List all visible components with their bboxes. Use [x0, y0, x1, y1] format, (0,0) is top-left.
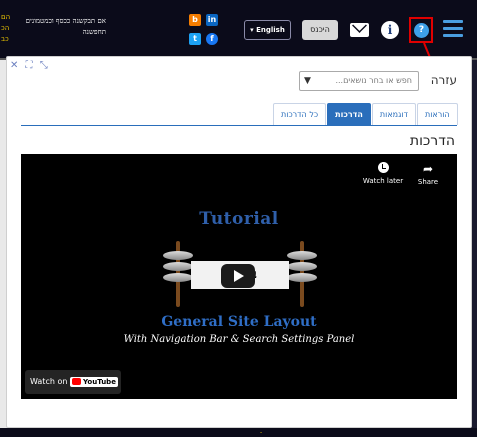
language-button[interactable]: ▾ English — [244, 20, 291, 40]
linkedin-icon[interactable]: in — [206, 14, 218, 26]
site-tagline: אם תבקשנה ככסף וכמטמונים תחפשנה — [25, 17, 106, 36]
tab-underline — [21, 125, 457, 126]
window-controls[interactable]: ✕ ⛶ ⤡ — [10, 60, 50, 71]
help-tabs: הוראות דוגמאות הדרכות כל הדרכות — [272, 103, 458, 125]
section-heading: הדרכות — [409, 133, 455, 149]
clock-icon — [377, 162, 389, 173]
video-player[interactable]: Watch later ➦ Share Tutorial בייסקר Gene… — [21, 154, 457, 399]
site-logo: בייסקר — [163, 239, 317, 309]
help-button-highlight[interactable]: ? — [409, 17, 433, 43]
watch-on-label: Watch on — [30, 377, 68, 386]
tab-all-tutorials[interactable]: כל הדרכות — [273, 103, 327, 125]
twitter-icon[interactable]: t — [189, 33, 201, 45]
info-icon[interactable]: i — [381, 21, 399, 39]
video-title: Tutorial — [199, 209, 279, 229]
play-icon[interactable] — [221, 264, 255, 288]
youtube-label: YouTube — [82, 378, 116, 386]
topic-select-placeholder: חפש או בחר נושאים... — [335, 76, 412, 85]
help-dialog: ✕ ⛶ ⤡ עזרה ▼ חפש או בחר נושאים... הוראות… — [6, 56, 472, 428]
watch-on-youtube-button[interactable]: Watch on YouTube — [25, 370, 121, 394]
login-button[interactable]: היכנס — [302, 20, 338, 40]
tab-examples[interactable]: דוגמאות — [371, 103, 416, 125]
help-icon[interactable]: ? — [414, 23, 429, 38]
facebook-icon[interactable]: f — [206, 33, 218, 45]
video-subtitle-secondary: With Navigation Bar & Search Settings Pa… — [123, 334, 355, 345]
youtube-logo-icon: YouTube — [69, 377, 118, 387]
hamburger-menu-icon[interactable] — [443, 20, 463, 38]
share-button[interactable]: ➦ Share — [411, 162, 445, 186]
blogger-icon[interactable]: b — [189, 14, 201, 26]
dropdown-caret-icon[interactable]: ▼ — [304, 72, 311, 90]
watch-later-button[interactable]: Watch later — [359, 162, 407, 185]
tab-tutorials[interactable]: הדרכות — [327, 103, 371, 125]
share-label: Share — [417, 178, 439, 186]
left-edge-strip: הם הכ כב — [1, 13, 11, 43]
background-page-bottom: - — [0, 428, 477, 437]
watch-later-label: Watch later — [362, 177, 404, 185]
topic-select[interactable]: ▼ חפש או בחר נושאים... — [299, 71, 419, 91]
video-subtitle: General Site Layout — [161, 314, 317, 330]
mail-icon[interactable] — [350, 23, 369, 37]
share-icon: ➦ — [422, 162, 434, 176]
top-navigation-bar: הם הכ כב אם תבקשנה ככסף וכמטמונים תחפשנה b… — [0, 0, 477, 58]
dialog-title: עזרה — [430, 73, 457, 87]
tab-instructions[interactable]: הוראות — [416, 103, 458, 125]
